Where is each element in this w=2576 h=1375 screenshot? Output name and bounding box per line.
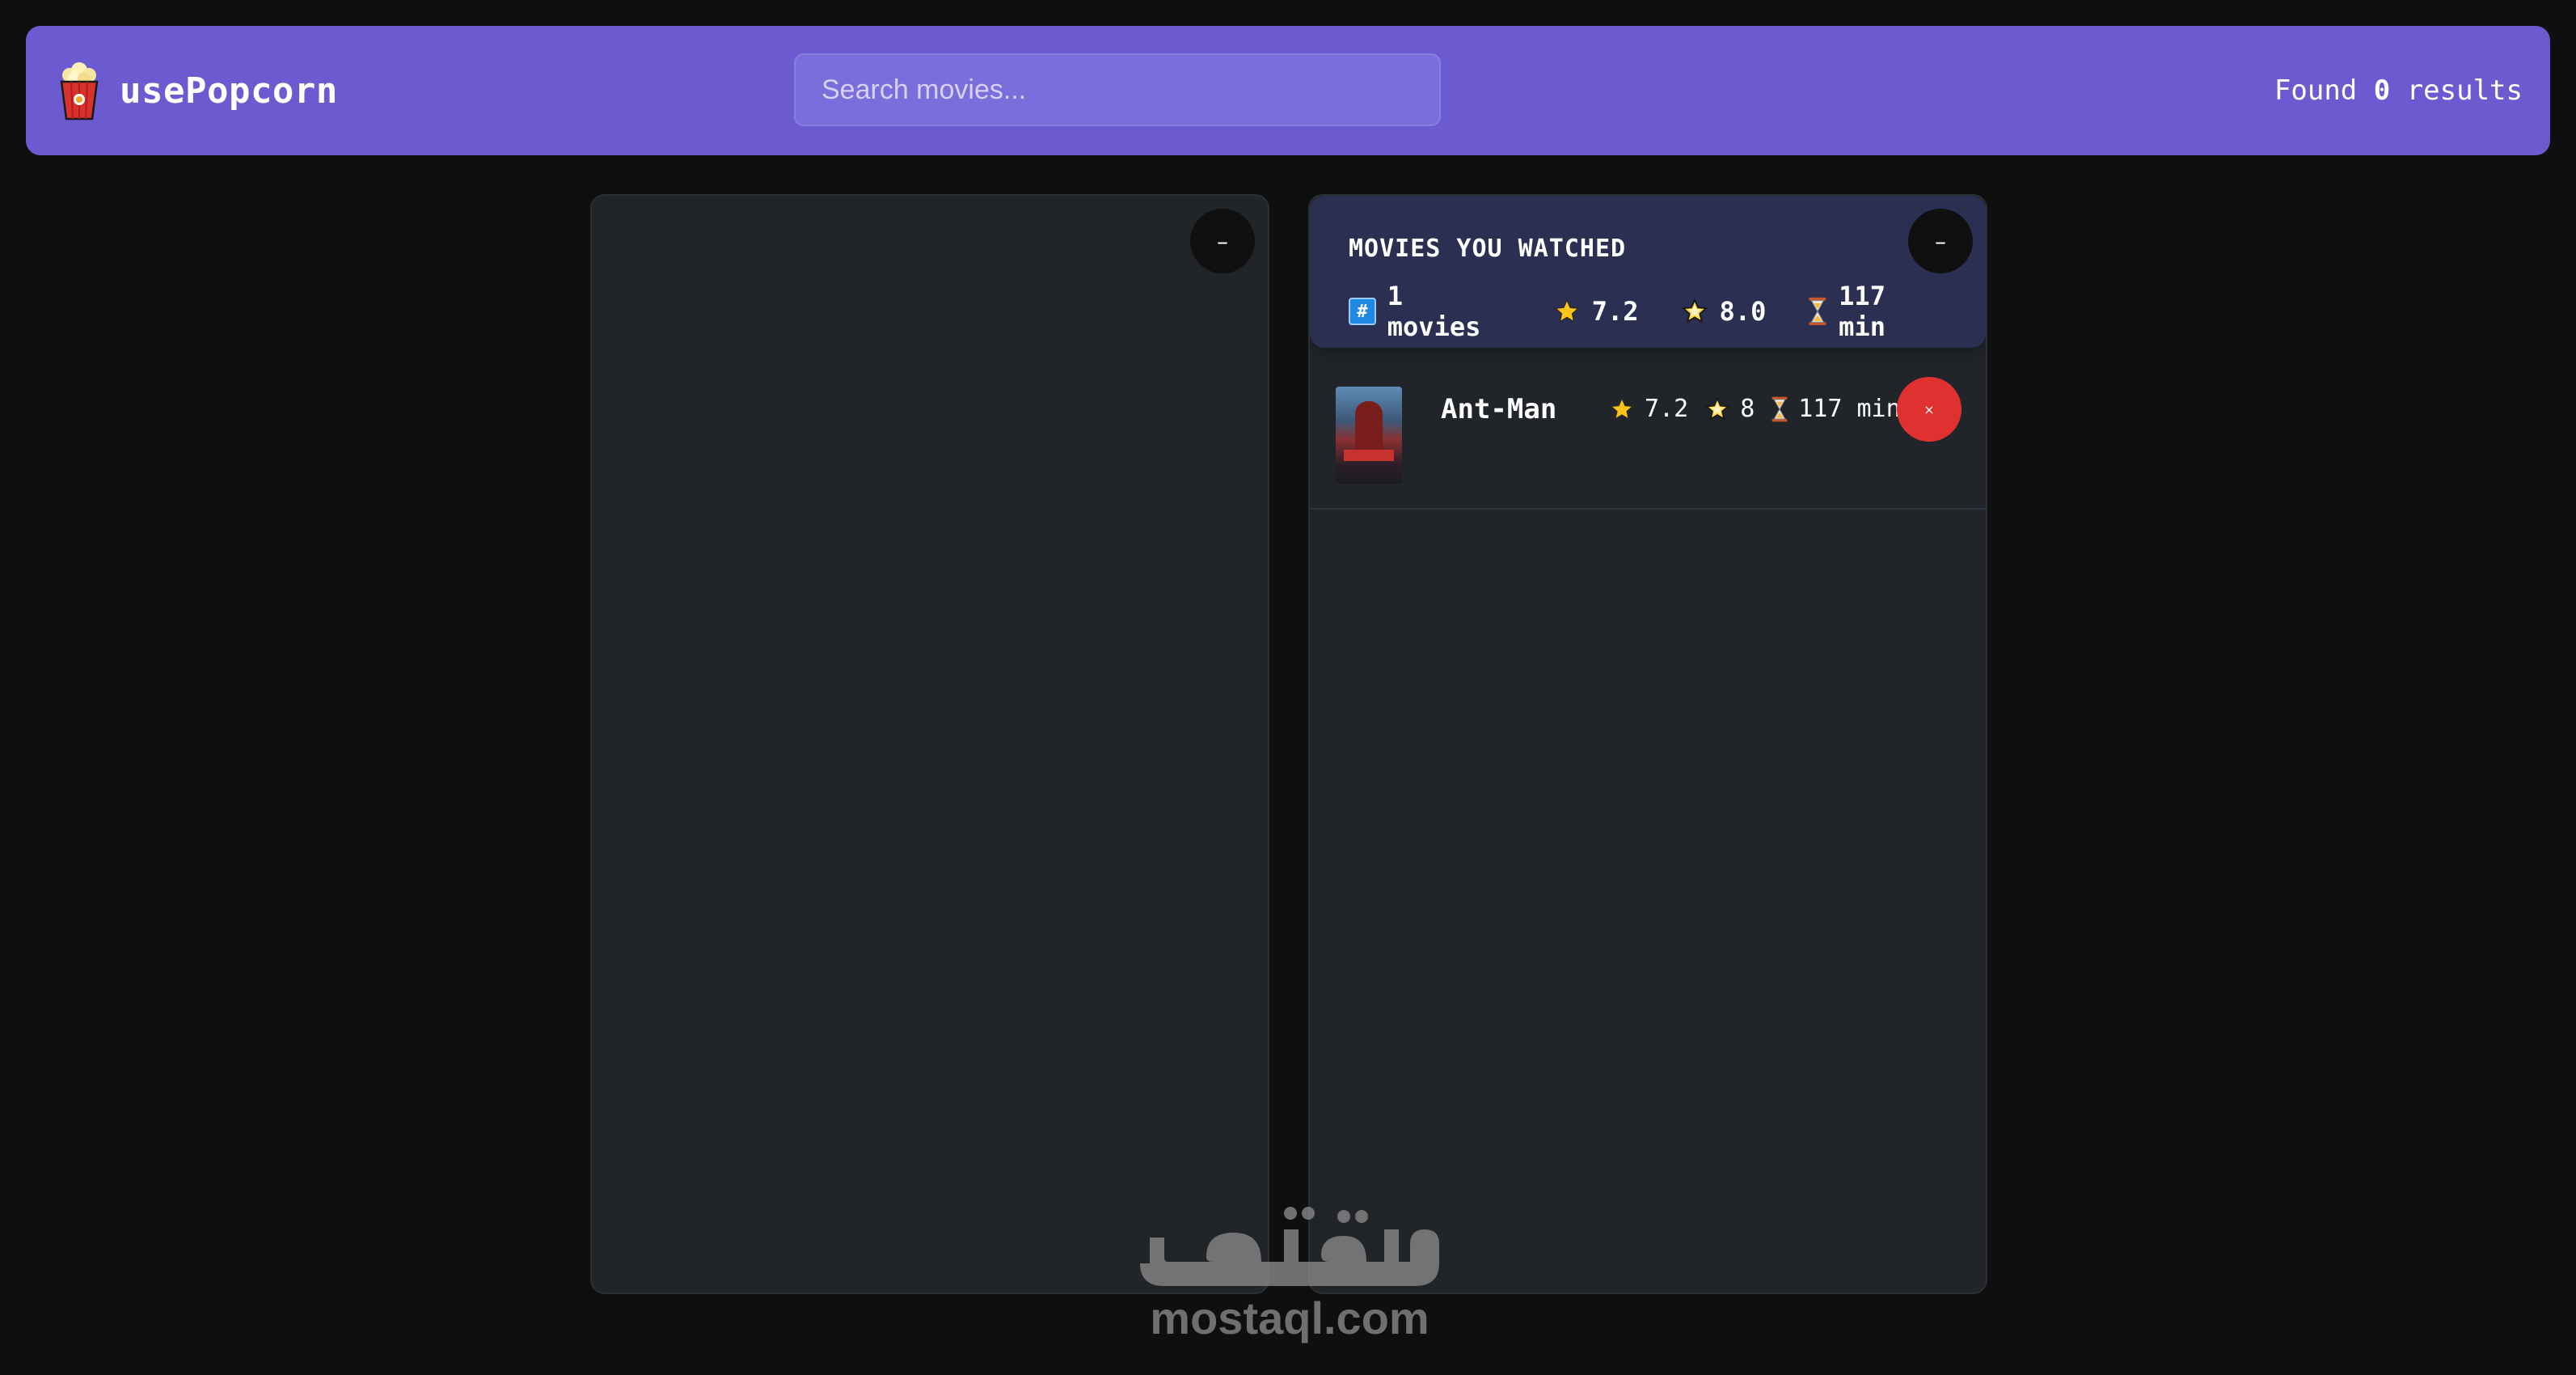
stat-user-value: 8.0: [1719, 296, 1767, 327]
app-name: usePopcorn: [120, 70, 338, 112]
movie-user: 8: [1704, 395, 1755, 423]
hourglass-icon: [1809, 297, 1826, 326]
delete-movie-button[interactable]: ×: [1897, 377, 1962, 442]
watched-box: – MOVIES YOU WATCHED # 1 movies 7.2 8.0: [1308, 194, 1987, 1294]
search-input[interactable]: [794, 53, 1441, 126]
movie-stats: 7.2 8 117 min: [1609, 395, 1901, 423]
movie-imdb-value: 7.2: [1645, 395, 1689, 423]
list-item[interactable]: Ant-Man 7.2 8 117 min ×: [1310, 348, 1986, 510]
movie-runtime: 117 min: [1771, 395, 1901, 423]
logo: usePopcorn: [57, 61, 338, 121]
stat-movies: # 1 movies: [1349, 281, 1511, 342]
glowing-star-icon: [1704, 396, 1730, 421]
results-suffix: results: [2390, 74, 2523, 107]
hourglass-icon: [1772, 396, 1788, 421]
watched-list: Ant-Man 7.2 8 117 min ×: [1310, 348, 1986, 510]
stat-imdb-value: 7.2: [1591, 296, 1639, 327]
toggle-results-button[interactable]: –: [1190, 209, 1255, 273]
movie-runtime-value: 117 min: [1798, 395, 1901, 423]
stat-movies-value: 1 movies: [1387, 281, 1481, 342]
glowing-star-icon: [1680, 298, 1708, 324]
toggle-watched-button[interactable]: –: [1908, 209, 1973, 273]
results-count: Found 0 results: [2274, 74, 2523, 107]
nav-bar: usePopcorn Found 0 results: [26, 26, 2550, 155]
stat-user: 8.0: [1680, 296, 1767, 327]
hash-icon: #: [1349, 298, 1376, 325]
results-number: 0: [2373, 74, 2391, 107]
summary-title: MOVIES YOU WATCHED: [1349, 235, 1627, 263]
star-icon: [1553, 298, 1580, 324]
results-prefix: Found: [2274, 74, 2374, 107]
stat-runtime: 117 min: [1808, 281, 1947, 342]
movie-imdb: 7.2: [1609, 395, 1688, 423]
movie-user-value: 8: [1740, 395, 1755, 423]
watched-summary: MOVIES YOU WATCHED # 1 movies 7.2 8.0 11…: [1310, 196, 1986, 348]
movie-poster: [1336, 387, 1402, 484]
star-icon: [1610, 396, 1634, 420]
search-results-box: –: [590, 194, 1269, 1294]
movie-title: Ant-Man: [1441, 393, 1557, 425]
summary-stats: # 1 movies 7.2 8.0 117 min: [1349, 281, 1947, 342]
stat-runtime-value: 117 min: [1839, 281, 1886, 342]
stat-imdb: 7.2: [1553, 296, 1639, 327]
popcorn-icon: [60, 62, 99, 121]
watermark-text: mostaql.com: [1150, 1292, 1429, 1343]
